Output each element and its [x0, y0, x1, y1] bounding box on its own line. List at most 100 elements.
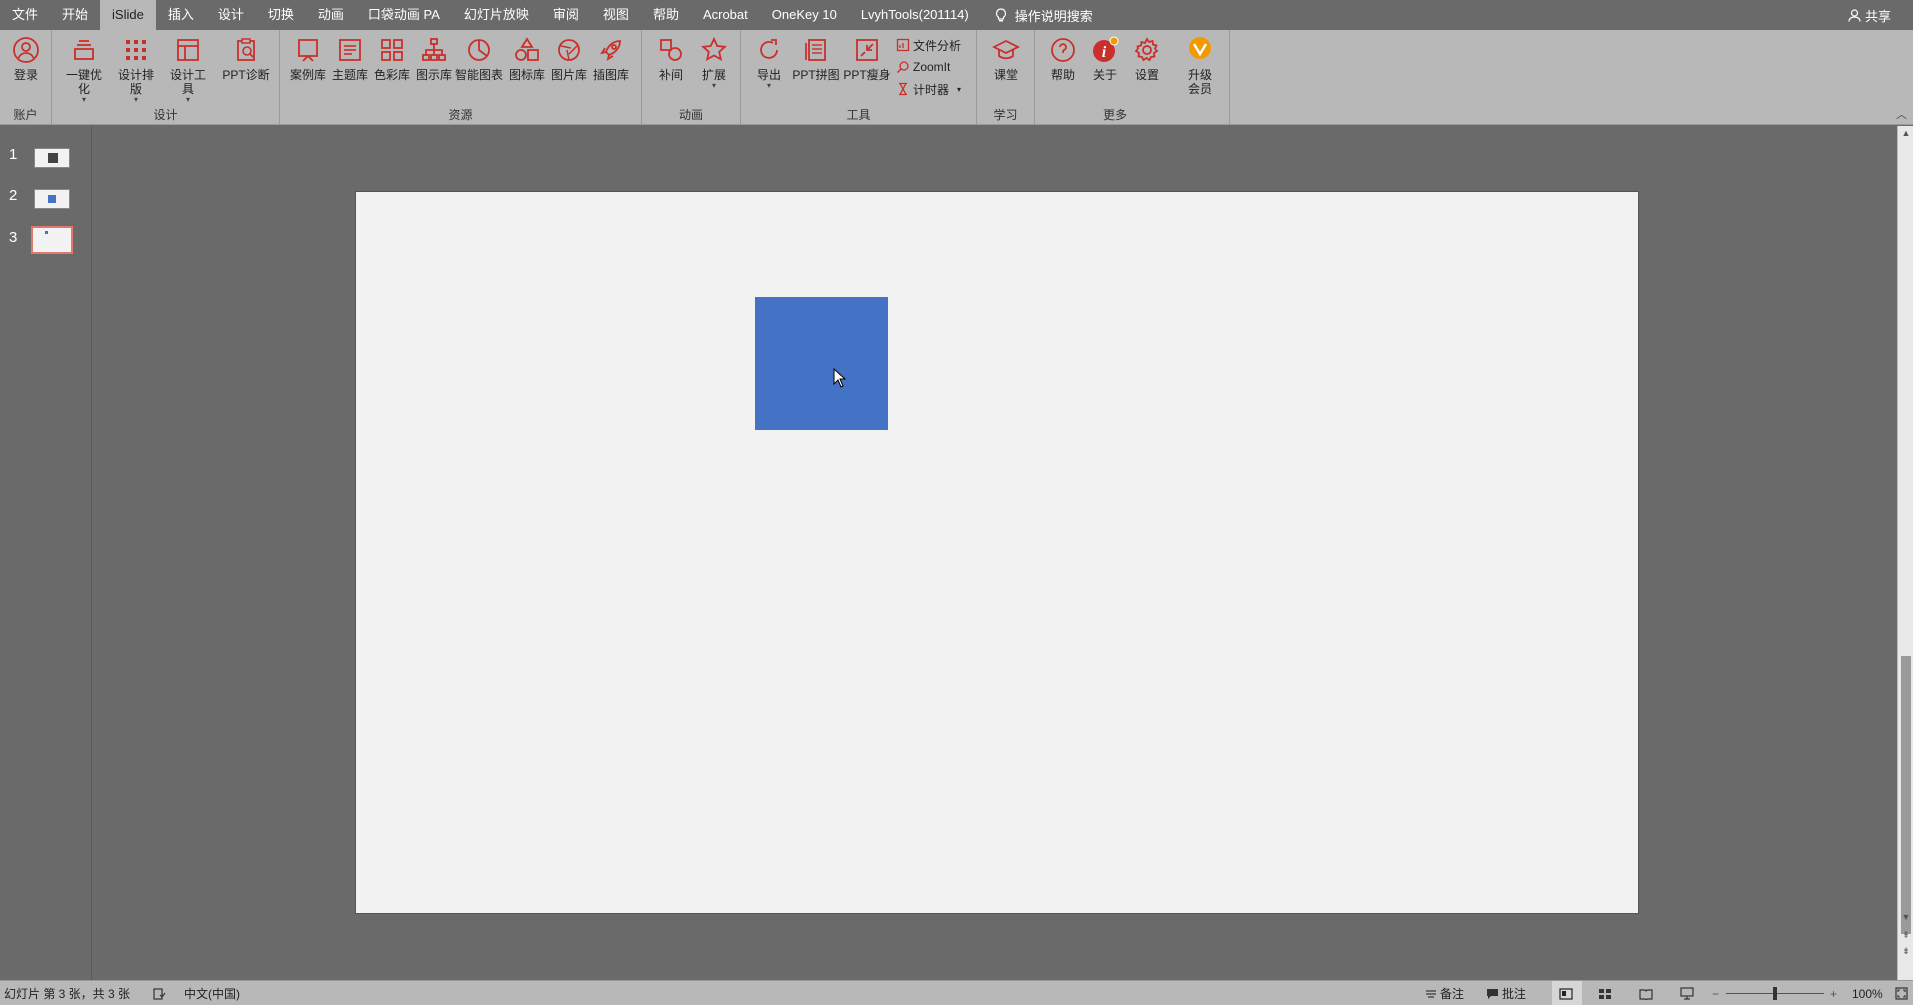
blue-square-shape[interactable]: [755, 297, 888, 430]
zoom-in-button[interactable]: +: [1830, 981, 1837, 1005]
file-analysis-button[interactable]: 文件分析: [896, 35, 961, 55]
scroll-up-icon[interactable]: ▲: [1898, 128, 1913, 138]
lightbulb-icon: [995, 7, 1006, 21]
normal-view-button[interactable]: [1552, 981, 1582, 1005]
upgrade-member-button[interactable]: 升级 会员: [1178, 36, 1222, 96]
ppt-diagnose-label: PPT诊断: [222, 68, 270, 82]
diagram-library-button[interactable]: 图示库: [412, 36, 456, 82]
slide-thumbnail[interactable]: 2: [0, 183, 92, 221]
tab-5[interactable]: 切换: [256, 0, 306, 30]
share-label: 共享: [1864, 8, 1891, 24]
diagram-library-label: 图示库: [415, 68, 452, 82]
dropdown-arrow-icon: ▾: [133, 95, 138, 104]
scrollbar-thumb[interactable]: [1901, 656, 1911, 934]
slide-number: 1: [9, 146, 18, 163]
tab-1[interactable]: 开始: [50, 0, 100, 30]
about-button[interactable]: i 关于: [1083, 36, 1127, 82]
notes-button[interactable]: 备注: [1425, 981, 1464, 1005]
zoom-out-button[interactable]: −: [1712, 981, 1719, 1005]
dropdown-arrow-icon: ▾: [185, 95, 190, 104]
spell-check-icon[interactable]: [152, 981, 169, 1005]
tab-2[interactable]: iSlide: [100, 0, 156, 30]
timer-label: 计时器: [913, 82, 950, 97]
timer-button[interactable]: 计时器 ▾: [896, 79, 961, 99]
layout-icon: [177, 39, 199, 61]
design-tools-button[interactable]: 设计工具 ▾: [166, 36, 210, 104]
zoom-slider-knob[interactable]: [1773, 987, 1777, 1000]
ppt-slim-button[interactable]: PPT瘦身: [842, 36, 892, 82]
tab-12[interactable]: Acrobat: [691, 0, 760, 30]
export-label: 导出: [756, 68, 781, 82]
settings-button[interactable]: 设置: [1125, 36, 1169, 82]
case-library-label: 案例库: [289, 68, 326, 82]
tab-9[interactable]: 审阅: [541, 0, 591, 30]
one-click-optimize-button[interactable]: 一键优化 ▾: [62, 36, 106, 104]
powerpoint-window: 文件 开始 iSlide 插入 设计 切换 动画 口袋动画 PA 幻灯片放映 审阅 视图 帮助 Acro…: [0, 0, 1913, 1005]
slideshow-button[interactable]: [1680, 981, 1697, 1005]
group-label-tools: 工具: [846, 108, 871, 122]
notes-label: 备注: [1440, 987, 1465, 1001]
tab-8[interactable]: 幻灯片放映: [452, 0, 541, 30]
tab-10[interactable]: 视图: [591, 0, 641, 30]
zoom-level[interactable]: 100%: [1852, 981, 1883, 1005]
help-button[interactable]: 帮助: [1041, 36, 1085, 82]
design-tools-label: 设计工具: [169, 68, 206, 96]
hourglass-icon: [899, 82, 907, 96]
tab-14[interactable]: LvyhTools(201114): [849, 0, 981, 30]
group-learn: 课堂 学习: [977, 30, 1035, 125]
slide-sorter-button[interactable]: [1598, 981, 1615, 1005]
slide-sorter-icon: [1599, 988, 1611, 999]
design-layout-label: 设计排版: [117, 68, 154, 96]
design-layout-button[interactable]: 设计排版 ▾: [114, 36, 158, 104]
fit-to-window-button[interactable]: [1895, 981, 1911, 1005]
image-library-button[interactable]: 图片库: [547, 36, 591, 82]
slide-thumbnail[interactable]: 1: [0, 142, 92, 180]
group-label-learn: 学习: [993, 108, 1018, 122]
language-indicator[interactable]: 中文(中国): [184, 981, 240, 1005]
previous-slide-icon[interactable]: ⇞: [1898, 930, 1913, 941]
tab-11[interactable]: 帮助: [641, 0, 691, 30]
current-slide[interactable]: [356, 192, 1638, 913]
illustration-library-button[interactable]: 插图库: [589, 36, 633, 82]
classroom-label: 课堂: [993, 68, 1018, 82]
slide-info: 幻灯片 第 3 张，共 3 张: [4, 987, 131, 1001]
icon-library-button[interactable]: 图标库: [505, 36, 549, 82]
tell-me-search[interactable]: 操作说明搜索: [995, 6, 1093, 25]
slide-thumbnail-selected[interactable]: 3: [0, 225, 92, 263]
classroom-button[interactable]: 课堂: [984, 36, 1028, 82]
reading-view-button[interactable]: [1639, 981, 1656, 1005]
tab-6[interactable]: 动画: [306, 0, 356, 30]
scroll-down-icon[interactable]: ▼: [1898, 912, 1913, 922]
document-lines-icon: [339, 39, 361, 61]
login-label: 登录: [13, 68, 38, 82]
share-button[interactable]: 共享: [1848, 0, 1891, 30]
tab-13[interactable]: OneKey 10: [760, 0, 849, 30]
tab-7[interactable]: 口袋动画 PA: [356, 0, 452, 30]
group-label-more: 更多: [1102, 108, 1127, 122]
tween-button[interactable]: 补间: [649, 36, 693, 82]
smart-chart-button[interactable]: 智能图表: [454, 36, 504, 82]
next-slide-icon[interactable]: ⇟: [1898, 946, 1913, 957]
extend-button[interactable]: 扩展 ▾: [692, 36, 736, 90]
color-swatches-icon: [381, 39, 403, 61]
ppt-collage-button[interactable]: PPT拼图: [791, 36, 841, 82]
group-account: 登录 账户: [0, 30, 52, 125]
collapse-ribbon-icon[interactable]: ︿: [1896, 106, 1907, 122]
theme-library-button[interactable]: 主题库: [328, 36, 372, 82]
ppt-diagnose-button[interactable]: PPT诊断: [220, 36, 272, 82]
zoomit-button[interactable]: ZoomIt: [896, 57, 950, 77]
color-library-button[interactable]: 色彩库: [370, 36, 414, 82]
tab-0[interactable]: 文件: [0, 0, 50, 30]
case-library-button[interactable]: 案例库: [286, 36, 330, 82]
group-label-resources: 资源: [448, 108, 473, 122]
dropdown-arrow-icon: ▾: [81, 95, 86, 104]
about-label: 关于: [1092, 68, 1117, 82]
export-button[interactable]: 导出 ▾: [747, 36, 791, 90]
notes-icon: [1426, 989, 1436, 998]
tab-3[interactable]: 插入: [156, 0, 206, 30]
tab-4[interactable]: 设计: [206, 0, 256, 30]
login-button[interactable]: 登录: [4, 36, 48, 82]
vertical-scrollbar[interactable]: ▲ ▼ ⇞ ⇟: [1897, 126, 1913, 980]
file-chart-icon: [896, 38, 910, 52]
comments-button[interactable]: 批注: [1486, 981, 1526, 1005]
